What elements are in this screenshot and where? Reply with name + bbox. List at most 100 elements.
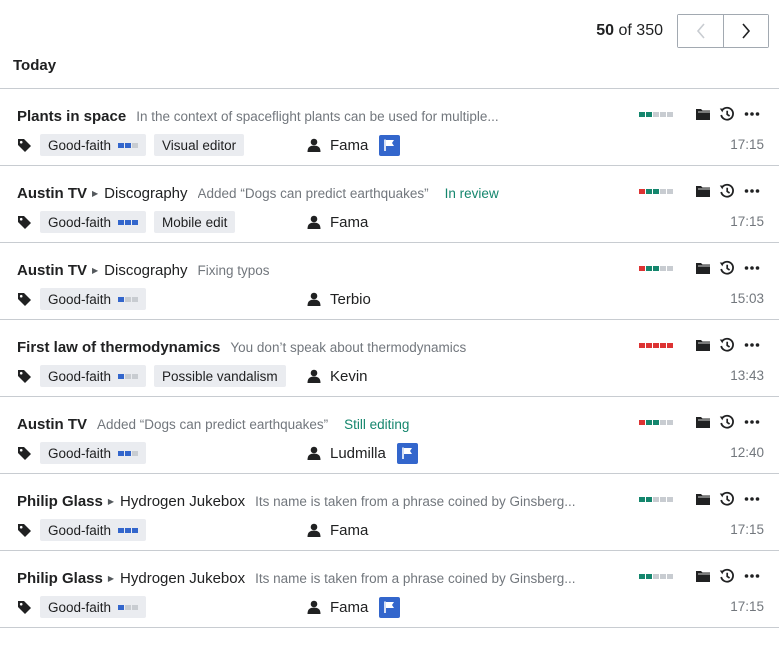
page-title-link[interactable]: First law of thermodynamics [17, 339, 220, 356]
change-row[interactable]: Austin TV ▶ Discography Fixing typos Good-fa… [0, 243, 779, 320]
score-segment [660, 574, 666, 579]
more-icon[interactable] [744, 491, 760, 507]
tag-chip[interactable]: Good-faith [40, 596, 147, 618]
history-icon[interactable] [719, 414, 735, 430]
user-name-link[interactable]: Terbio [330, 291, 371, 308]
folder-icon[interactable] [695, 183, 711, 199]
change-title-line: Austin TV ▶ Discography Added “Dogs can pre… [17, 183, 659, 203]
tags-line: Good-faith Visual editor [17, 134, 252, 156]
change-row[interactable]: First law of thermodynamics You don’t spe… [0, 320, 779, 397]
confidence-segment [132, 373, 139, 379]
user-info: Ludmilla [307, 442, 418, 464]
page-title-link[interactable]: Austin TV [17, 416, 87, 433]
subpage-title-link[interactable]: Discography [104, 262, 187, 279]
confidence-segment [132, 527, 139, 533]
score-segment [667, 574, 673, 579]
history-icon[interactable] [719, 106, 735, 122]
more-icon[interactable] [744, 183, 760, 199]
previous-page-button[interactable] [678, 15, 723, 47]
score-segment [667, 112, 673, 117]
score-segment [660, 112, 666, 117]
change-row[interactable]: Austin TV ▶ Discography Added “Dogs can pre… [0, 166, 779, 243]
user-name-link[interactable]: Fama [330, 214, 368, 231]
folder-icon[interactable] [695, 337, 711, 353]
score-segment [660, 266, 666, 271]
more-icon[interactable] [744, 260, 760, 276]
user-name-link[interactable]: Fama [330, 599, 368, 616]
tag-chip[interactable]: Visual editor [154, 134, 245, 156]
tag-chip[interactable]: Good-faith [40, 519, 147, 541]
page-title-link[interactable]: Plants in space [17, 108, 126, 125]
confidence-segment [125, 142, 132, 148]
folder-icon[interactable] [695, 568, 711, 584]
pager-current: 50 [596, 22, 615, 39]
review-status: Still editing [344, 416, 410, 432]
tag-chip[interactable]: Good-faith [40, 211, 147, 233]
caret-right-icon: ▶ [107, 573, 115, 583]
tag-chip[interactable]: Mobile edit [154, 211, 236, 233]
more-icon[interactable] [744, 337, 760, 353]
user-name-link[interactable]: Fama [330, 522, 368, 539]
score-segment [639, 189, 645, 194]
tag-chip[interactable]: Good-faith [40, 288, 147, 310]
user-info: Fama [307, 134, 401, 156]
edit-time: 17:15 [730, 522, 764, 537]
tag-label: Good-faith [48, 368, 112, 384]
confidence-segment [125, 219, 132, 225]
flag-button[interactable] [379, 134, 401, 156]
user-name-link[interactable]: Ludmilla [330, 445, 386, 462]
change-row[interactable]: Philip Glass ▶ Hydrogen Jukebox Its name is… [0, 551, 779, 628]
flag-button[interactable] [396, 442, 418, 464]
folder-icon[interactable] [695, 414, 711, 430]
score-segment [667, 266, 673, 271]
tag-confidence-meter [118, 373, 139, 379]
change-title-line: Philip Glass ▶ Hydrogen Jukebox Its name is… [17, 491, 659, 511]
history-icon[interactable] [719, 183, 735, 199]
page-title-link[interactable]: Philip Glass [17, 493, 103, 510]
more-icon[interactable] [744, 568, 760, 584]
next-page-button[interactable] [723, 15, 768, 47]
tag-chip[interactable]: Good-faith [40, 134, 147, 156]
history-icon[interactable] [719, 260, 735, 276]
folder-icon[interactable] [695, 106, 711, 122]
page-title-link[interactable]: Austin TV [17, 185, 87, 202]
score-segment [646, 112, 652, 117]
folder-icon[interactable] [695, 491, 711, 507]
user-name-link[interactable]: Fama [330, 137, 368, 154]
damage-score-meter [639, 574, 673, 579]
tag-icon [17, 523, 32, 537]
folder-icon[interactable] [695, 260, 711, 276]
change-row[interactable]: Plants in space In the context of spacefl… [0, 89, 779, 166]
confidence-segment [118, 142, 125, 148]
page-title-link[interactable]: Austin TV [17, 262, 87, 279]
score-segment [646, 266, 652, 271]
history-icon[interactable] [719, 491, 735, 507]
more-icon[interactable] [744, 414, 760, 430]
page-title-link[interactable]: Philip Glass [17, 570, 103, 587]
tag-chip[interactable]: Good-faith [40, 442, 147, 464]
history-icon[interactable] [719, 337, 735, 353]
row-actions [695, 260, 760, 276]
change-row[interactable]: Austin TV Added “Dogs can predict earthqu… [0, 397, 779, 474]
tags-line: Good-faith [17, 288, 154, 310]
confidence-segment [132, 142, 139, 148]
confidence-segment [132, 296, 139, 302]
caret-right-icon: ▶ [107, 496, 115, 506]
edit-summary: Fixing typos [197, 262, 270, 278]
history-icon[interactable] [719, 568, 735, 584]
user-name-link[interactable]: Kevin [330, 368, 368, 385]
subpage-title-link[interactable]: Discography [104, 185, 187, 202]
confidence-segment [125, 373, 132, 379]
tag-chip[interactable]: Possible vandalism [154, 365, 286, 387]
subpage-title-link[interactable]: Hydrogen Jukebox [120, 493, 245, 510]
change-title-line: Austin TV ▶ Discography Fixing typos [17, 260, 659, 280]
change-row[interactable]: Philip Glass ▶ Hydrogen Jukebox Its name is… [0, 474, 779, 551]
edit-summary: In the context of spaceflight plants can… [136, 108, 499, 124]
row-actions [695, 568, 760, 584]
damage-score-meter [639, 266, 673, 271]
flag-button[interactable] [379, 596, 401, 618]
tag-chip[interactable]: Good-faith [40, 365, 147, 387]
subpage-title-link[interactable]: Hydrogen Jukebox [120, 570, 245, 587]
more-icon[interactable] [744, 106, 760, 122]
score-segment [653, 420, 659, 425]
